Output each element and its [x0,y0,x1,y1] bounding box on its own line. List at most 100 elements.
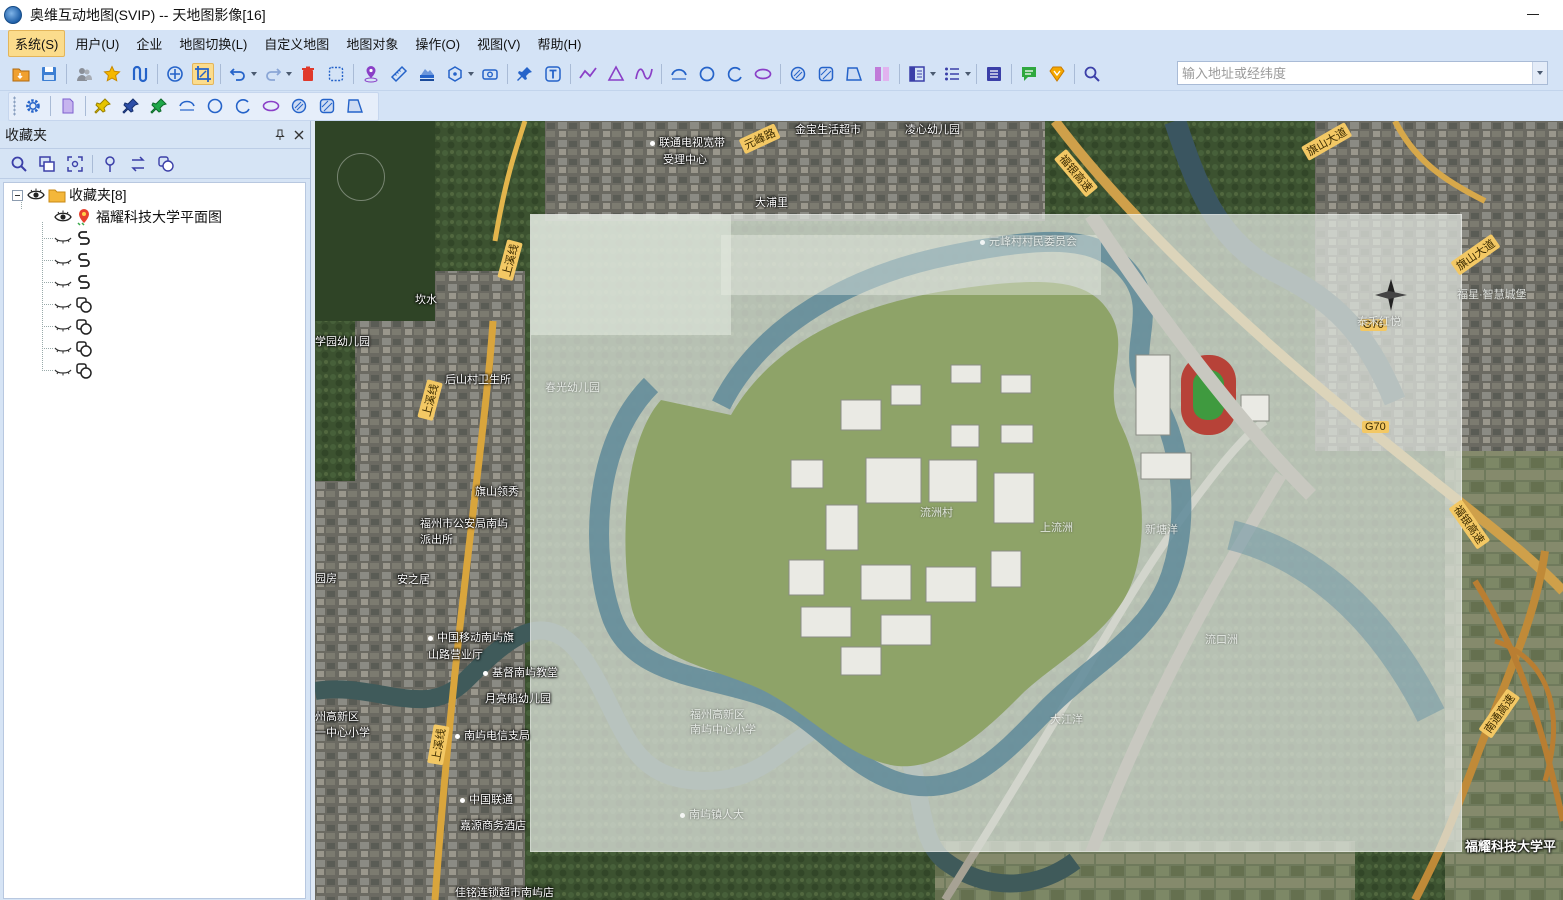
vip-badge-icon[interactable] [1046,63,1068,85]
compass-shape-icon[interactable] [444,63,466,85]
hatched-polygon-icon[interactable] [344,95,366,117]
location-pin-icon[interactable] [99,153,121,175]
collapse-toggle[interactable] [12,189,23,201]
list-dropdown[interactable] [964,63,971,85]
menu-map-switch[interactable]: 地图切换(L) [172,30,254,57]
tree-item-track[interactable] [54,272,96,294]
map-label: 旗山领秀 [475,483,519,499]
map-label: 金宝生活超市 [795,121,861,137]
route-swap-icon[interactable] [127,153,149,175]
hatched-square-icon[interactable] [316,95,338,117]
hatched-square-icon[interactable] [815,63,837,85]
text-label-icon[interactable] [542,63,564,85]
hatched-polygon-icon[interactable] [843,63,865,85]
close-icon[interactable] [291,127,307,143]
circle-icon[interactable] [204,95,226,117]
tree-item-track[interactable] [54,250,96,272]
layout-dropdown[interactable] [929,63,936,85]
ruler-icon[interactable] [388,63,410,85]
favorite-star-icon[interactable] [101,63,123,85]
arc-icon[interactable] [232,95,254,117]
menu-user[interactable]: 用户(U) [68,30,126,57]
search-history-dropdown[interactable] [1532,62,1547,84]
eye-closed-icon[interactable] [54,318,72,336]
undo-icon[interactable] [227,63,249,85]
bullet-list-icon[interactable] [941,63,963,85]
zoom-search-icon[interactable] [1081,63,1103,85]
redo-dropdown[interactable] [285,63,292,85]
place-pin-icon[interactable] [360,63,382,85]
curve-icon[interactable] [633,63,655,85]
polyline-icon[interactable] [577,63,599,85]
chat-icon[interactable] [1018,63,1040,85]
menu-help[interactable]: 帮助(H) [530,30,588,57]
eye-closed-icon[interactable] [54,252,72,270]
camera-icon[interactable] [479,63,501,85]
undo-dropdown[interactable] [250,63,257,85]
layer-3d-icon[interactable] [164,63,186,85]
tree-item-polygon[interactable] [54,316,96,338]
address-search-input[interactable] [1178,62,1532,84]
zoom-indicator[interactable] [337,153,385,201]
map-label: 大江洋 [1050,711,1083,727]
split-view-icon[interactable] [871,63,893,85]
circle-icon[interactable] [696,63,718,85]
campus-plan-overlay[interactable] [530,214,1462,852]
blue-pin-icon[interactable] [120,95,142,117]
circle-arc-icon[interactable] [724,63,746,85]
add-pin-icon[interactable] [514,63,536,85]
arc-icon[interactable] [668,63,690,85]
menu-system[interactable]: 系统(S) [8,30,66,57]
eye-icon[interactable] [54,208,72,226]
copy-windows-icon[interactable] [36,153,58,175]
redo-icon[interactable] [262,63,284,85]
delete-icon[interactable] [297,63,319,85]
eye-icon[interactable] [27,186,45,204]
eye-closed-icon[interactable] [54,296,72,314]
users-icon[interactable] [73,63,95,85]
new-file-icon[interactable] [57,95,79,117]
tree-item-track[interactable] [54,228,96,250]
save-icon[interactable] [38,63,60,85]
tree-root-favorites[interactable]: 收藏夹[8] [12,184,127,206]
locate-frame-icon[interactable] [64,153,86,175]
gear-icon[interactable] [22,95,44,117]
eye-closed-icon[interactable] [54,340,72,358]
tree-item-polygon[interactable] [54,360,96,382]
toolbar-grip[interactable] [13,96,16,116]
pin-icon[interactable] [272,127,288,143]
menu-operation[interactable]: 操作(O) [408,30,467,57]
menu-custom-map[interactable]: 自定义地图 [257,30,336,57]
shape-dropdown[interactable] [467,63,474,85]
ellipse-icon[interactable] [260,95,282,117]
select-rect-icon[interactable] [325,63,347,85]
menu-map-objects[interactable]: 地图对象 [339,30,405,57]
polygon-overlap-icon[interactable] [155,153,177,175]
eye-closed-icon[interactable] [54,230,72,248]
table-view-icon[interactable] [983,63,1005,85]
open-folder-icon[interactable] [10,63,32,85]
crop-tool-icon[interactable] [192,62,214,85]
ellipse-icon[interactable] [752,63,774,85]
tree-item-polygon[interactable] [54,294,96,316]
yellow-pin-icon[interactable] [92,95,114,117]
favorites-panel-title: 收藏夹 [5,126,47,143]
elevation-icon[interactable] [416,63,438,85]
hatched-circle-icon[interactable] [288,95,310,117]
polygon-icon[interactable] [605,63,627,85]
arc-line-icon[interactable] [176,95,198,117]
map-canvas[interactable]: 联通电视宽带 受理中心 元峰路 金宝生活超市 凌心幼儿园 大浦里 福银高速 旗山大道 元峰村村民… [315,121,1563,900]
menu-enterprise[interactable]: 企业 [129,30,169,57]
hatched-circle-icon[interactable] [787,63,809,85]
menu-view[interactable]: 视图(V) [470,30,527,57]
track-icon [75,252,93,270]
eye-closed-icon[interactable] [54,274,72,292]
green-pin-icon[interactable] [148,95,170,117]
panel-layout-icon[interactable] [906,63,928,85]
tree-item-campus-plan[interactable]: 福耀科技大学平面图 [54,206,222,228]
track-icon[interactable] [129,63,151,85]
tree-item-polygon[interactable] [54,338,96,360]
search-icon[interactable] [8,153,30,175]
minimize-button[interactable] [1525,6,1541,22]
eye-closed-icon[interactable] [54,362,72,380]
